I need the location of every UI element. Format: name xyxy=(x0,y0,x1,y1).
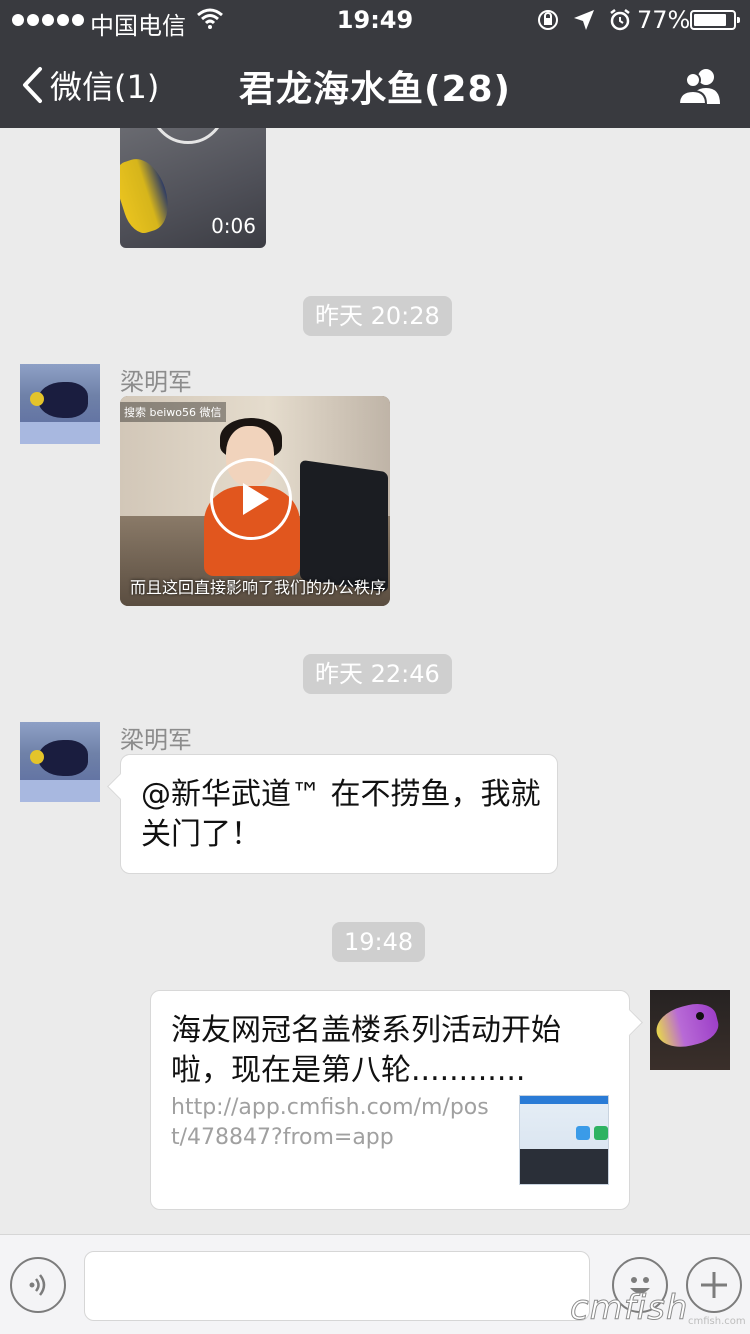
video-watermark: 搜索 beiwo56 微信 xyxy=(120,402,226,422)
play-circle-icon xyxy=(150,128,226,144)
top-bar: 中国电信 19:49 77% 微信(1) 君龙海水鱼(28) xyxy=(0,0,750,128)
avatar[interactable] xyxy=(20,364,100,444)
video-message-thumbnail[interactable]: 0:06 xyxy=(120,128,266,248)
sender-name: 梁明军 xyxy=(120,368,192,396)
video-duration: 0:06 xyxy=(211,214,256,238)
link-thumbnail xyxy=(519,1095,609,1185)
my-avatar[interactable] xyxy=(650,990,730,1070)
status-icons xyxy=(536,8,632,32)
timestamp: 19:48 xyxy=(332,922,426,962)
nav-bar: 微信(1) 君龙海水鱼(28) xyxy=(0,40,750,128)
play-icon[interactable] xyxy=(210,458,292,540)
rotation-lock-icon xyxy=(538,10,558,30)
sender-name: 梁明军 xyxy=(120,726,192,754)
link-message-bubble[interactable]: 海友网冠名盖楼系列活动开始啦，现在是第八轮............ http:/… xyxy=(150,990,630,1210)
status-bar: 中国电信 19:49 77% xyxy=(0,0,750,40)
alarm-icon xyxy=(610,9,630,31)
message-list[interactable]: 0:06 昨天 20:28 梁明军 搜索 beiwo56 微信 而且这回直接影响… xyxy=(0,128,750,1234)
voice-icon xyxy=(29,1274,46,1296)
text-message-bubble[interactable]: @新华武道™ 在不捞鱼，我就关门了！ xyxy=(120,754,558,874)
timestamp: 昨天 22:46 xyxy=(303,654,452,694)
chat-title: 君龙海水鱼(28) xyxy=(238,69,511,110)
group-members-icon[interactable] xyxy=(676,66,724,106)
link-title: 海友网冠名盖楼系列活动开始啦，现在是第八轮............ xyxy=(171,1013,561,1088)
video-message-thumbnail[interactable]: 搜索 beiwo56 微信 而且这回直接影响了我们的办公秩序 xyxy=(120,396,390,606)
video-caption: 而且这回直接影响了我们的办公秩序 xyxy=(130,578,387,597)
message-text: @新华武道™ 在不捞鱼，我就关门了！ xyxy=(141,777,541,852)
battery-icon xyxy=(690,10,740,30)
site-watermark-sub: cmfish.com xyxy=(688,1316,746,1327)
battery-percentage: 77% xyxy=(637,6,691,34)
timestamp: 昨天 20:28 xyxy=(303,296,452,336)
message-input[interactable] xyxy=(84,1251,590,1321)
avatar[interactable] xyxy=(20,722,100,802)
location-arrow-icon xyxy=(574,10,594,30)
site-watermark: cmfish xyxy=(570,1288,689,1329)
link-url: http://app.cmfish.com/m/post/478847?from… xyxy=(171,1095,489,1150)
voice-input-button[interactable] xyxy=(10,1257,66,1313)
